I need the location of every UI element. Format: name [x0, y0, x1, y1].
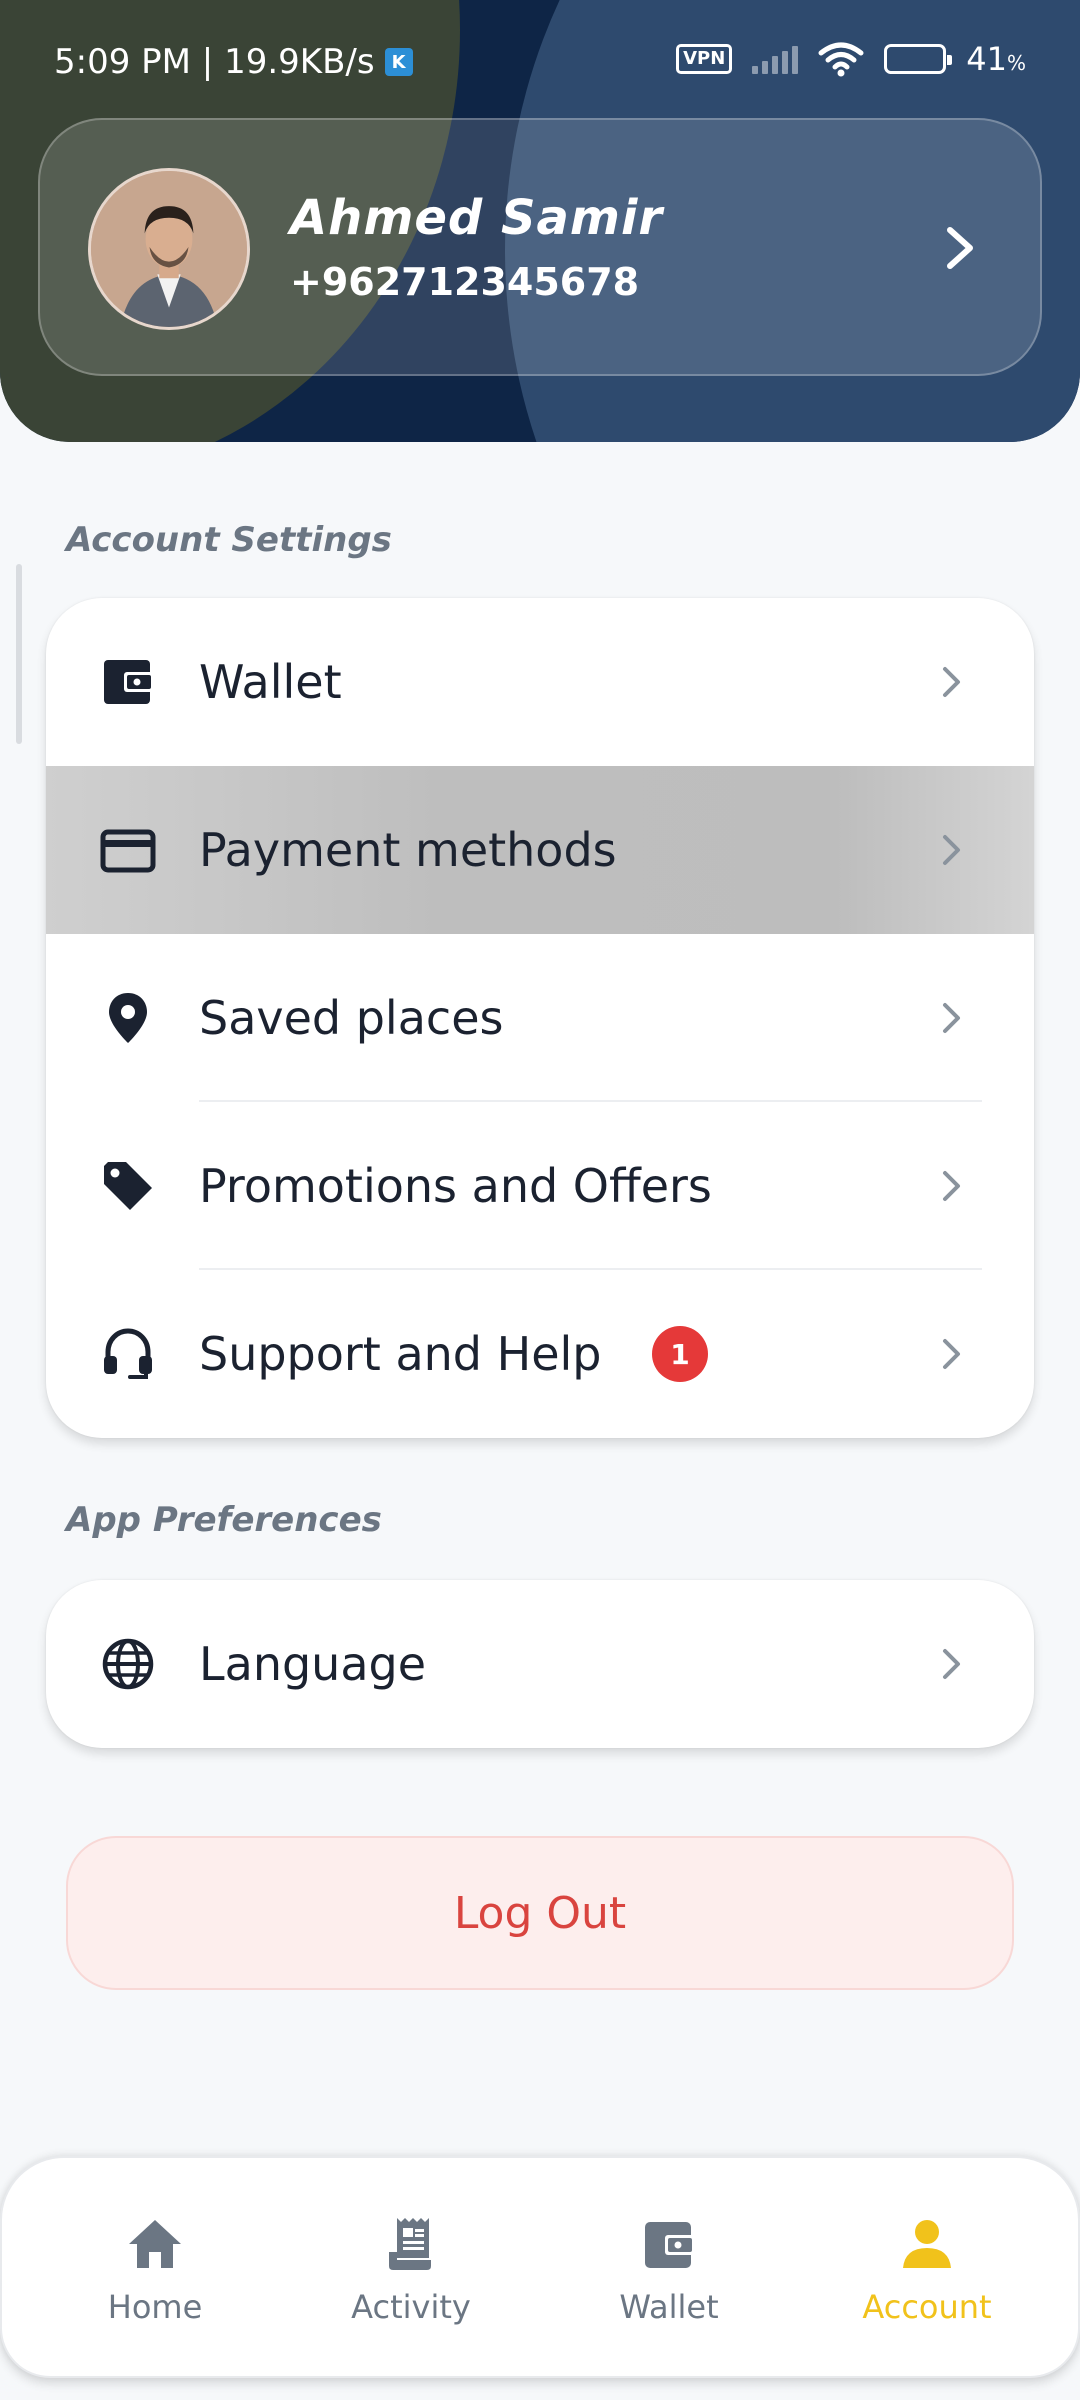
wallet-icon [645, 2222, 695, 2268]
chevron-right-icon [943, 835, 960, 865]
profile-text: Ahmed Samir +962712345678 [290, 190, 663, 304]
receipt-icon [389, 2218, 431, 2270]
settings-item-support[interactable]: Support and Help 1 [46, 1270, 1034, 1438]
wifi-icon [818, 42, 864, 77]
chevron-right-icon [943, 1171, 960, 1201]
chevron-right-icon [943, 1339, 960, 1369]
nav-label: Activity [351, 2288, 471, 2326]
settings-item-label: Support and Help [199, 1327, 602, 1381]
profile-name: Ahmed Samir [290, 190, 664, 246]
battery-percent-value: 41 [966, 40, 1007, 78]
settings-item-label: Payment methods [199, 823, 617, 877]
nav-item-wallet[interactable]: Wallet [544, 2158, 794, 2380]
nav-label: Account [862, 2288, 992, 2326]
logout-button[interactable]: Log Out [66, 1836, 1014, 1990]
battery-percent: 41% [966, 40, 1026, 78]
profile-header: 5:09 PM | 19.9KB/s K VPN 41% Ahmed Samir… [0, 0, 1080, 442]
status-left: 5:09 PM | 19.9KB/s K [54, 42, 413, 82]
chevron-right-icon [943, 1003, 960, 1033]
settings-item-language[interactable]: Language [46, 1580, 1034, 1748]
avatar [88, 168, 250, 330]
profile-card[interactable]: Ahmed Samir +962712345678 [38, 118, 1042, 376]
avatar-image [91, 171, 247, 327]
teal-app-icon: K [384, 48, 413, 76]
person-icon [903, 2220, 951, 2268]
settings-item-label: Promotions and Offers [199, 1159, 712, 1213]
tag-icon [104, 1162, 152, 1210]
notification-badge: 1 [652, 1326, 708, 1382]
scroll-indicator[interactable] [16, 564, 22, 744]
battery-percent-unit: % [1006, 51, 1026, 75]
credit-card-icon [100, 829, 156, 873]
status-bar: 5:09 PM | 19.9KB/s K VPN 41% [0, 0, 1080, 120]
battery-icon [884, 44, 953, 74]
app-preferences-card: Language [46, 1580, 1034, 1748]
nav-item-home[interactable]: Home [30, 2158, 280, 2380]
status-time-speed: 5:09 PM | 19.9KB/s [54, 42, 375, 82]
section-title-account-settings: Account Settings [66, 520, 392, 560]
account-settings-card: Wallet Payment methods Saved places Prom… [46, 598, 1034, 1438]
settings-item-label: Wallet [199, 655, 342, 709]
globe-icon [102, 1638, 154, 1690]
settings-item-label: Language [199, 1637, 427, 1691]
profile-phone: +962712345678 [290, 260, 640, 304]
nav-item-account[interactable]: Account [802, 2158, 1052, 2380]
chevron-right-icon [943, 667, 960, 697]
settings-item-label: Saved places [199, 991, 504, 1045]
settings-item-saved-places[interactable]: Saved places [46, 934, 1034, 1102]
settings-item-wallet[interactable]: Wallet [46, 598, 1034, 766]
vpn-icon: VPN [676, 44, 733, 74]
signal-icon [752, 44, 799, 74]
headset-icon [104, 1328, 152, 1379]
settings-item-promotions[interactable]: Promotions and Offers [46, 1102, 1034, 1270]
settings-item-payment-methods[interactable]: Payment methods [46, 766, 1034, 934]
status-right: VPN 41% [676, 40, 1026, 78]
home-icon [129, 2220, 181, 2268]
chevron-right-icon [947, 227, 973, 269]
nav-label: Home [107, 2288, 203, 2326]
bottom-navigation: Home Activity Wallet Account [0, 2156, 1080, 2378]
location-pin-icon [109, 993, 147, 1043]
chevron-right-icon [943, 1649, 960, 1679]
nav-label: Wallet [619, 2288, 719, 2326]
nav-item-activity[interactable]: Activity [286, 2158, 536, 2380]
wallet-icon [104, 660, 154, 704]
section-title-app-preferences: App Preferences [66, 1500, 382, 1540]
